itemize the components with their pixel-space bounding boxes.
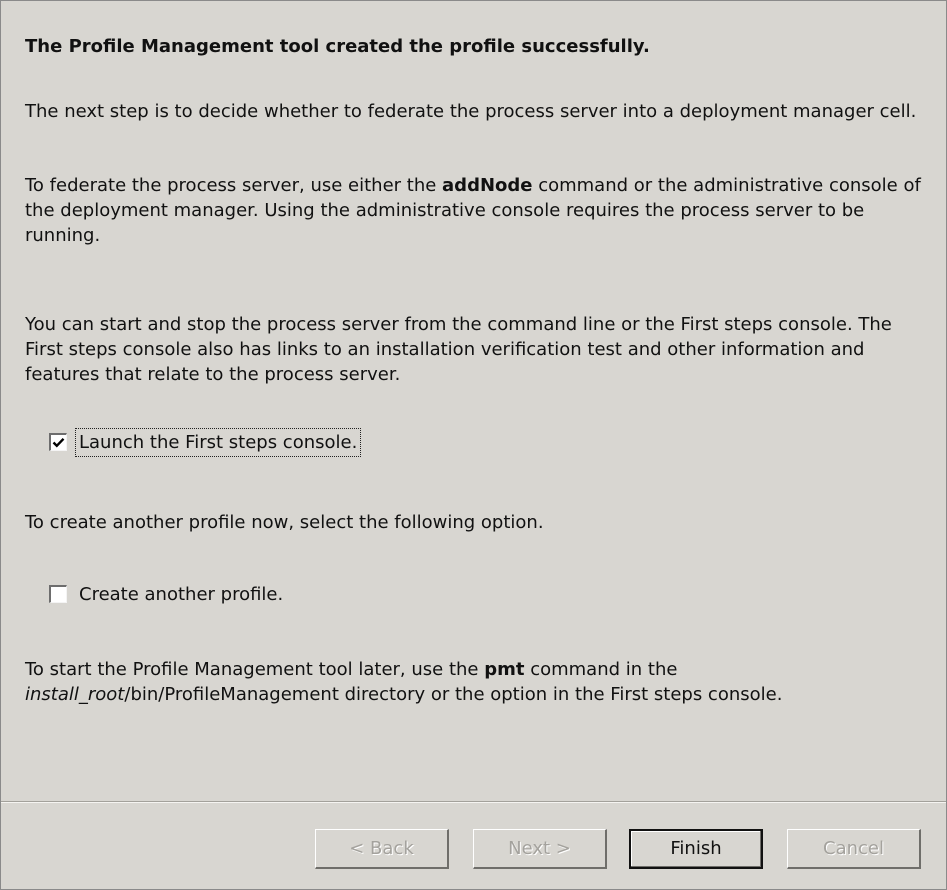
- pmt-command: pmt: [484, 659, 525, 680]
- create-another-paragraph: To create another profile now, select th…: [25, 512, 544, 533]
- start-stop-paragraph: You can start and stop the process serve…: [25, 314, 892, 385]
- create-another-profile-option[interactable]: Create another profile.: [49, 581, 285, 607]
- federate-text-prefix: To federate the process server, use eith…: [25, 175, 443, 196]
- next-button[interactable]: Next >: [473, 829, 607, 869]
- success-heading: The Profile Management tool created the …: [25, 36, 650, 57]
- pmt-path-rest: /bin/ProfileManagement directory or the …: [124, 684, 783, 705]
- checkmark-icon: [52, 437, 65, 448]
- pmt-text-prefix: To start the Profile Management tool lat…: [25, 659, 485, 680]
- finish-button[interactable]: Finish: [629, 829, 763, 869]
- federate-paragraph: To federate the process server, use eith…: [25, 173, 930, 248]
- pmt-text-middle: command in the: [524, 659, 678, 680]
- launch-first-steps-checkbox[interactable]: [49, 433, 67, 451]
- launch-first-steps-label[interactable]: Launch the First steps console.: [74, 427, 362, 457]
- profile-management-dialog: The Profile Management tool created the …: [0, 0, 947, 890]
- install-root-path: install_root: [25, 684, 125, 705]
- create-another-profile-label[interactable]: Create another profile.: [77, 582, 285, 607]
- launch-first-steps-option[interactable]: Launch the First steps console.: [49, 427, 362, 457]
- back-button[interactable]: < Back: [315, 829, 449, 869]
- pmt-paragraph: To start the Profile Management tool lat…: [25, 657, 930, 707]
- dialog-content: The Profile Management tool created the …: [25, 1, 930, 801]
- create-another-profile-checkbox[interactable]: [49, 585, 67, 603]
- button-bar-separator-highlight: [1, 802, 946, 803]
- next-step-paragraph: The next step is to decide whether to fe…: [25, 101, 917, 122]
- addnode-command: addNode: [442, 175, 533, 196]
- cancel-button[interactable]: Cancel: [787, 829, 921, 869]
